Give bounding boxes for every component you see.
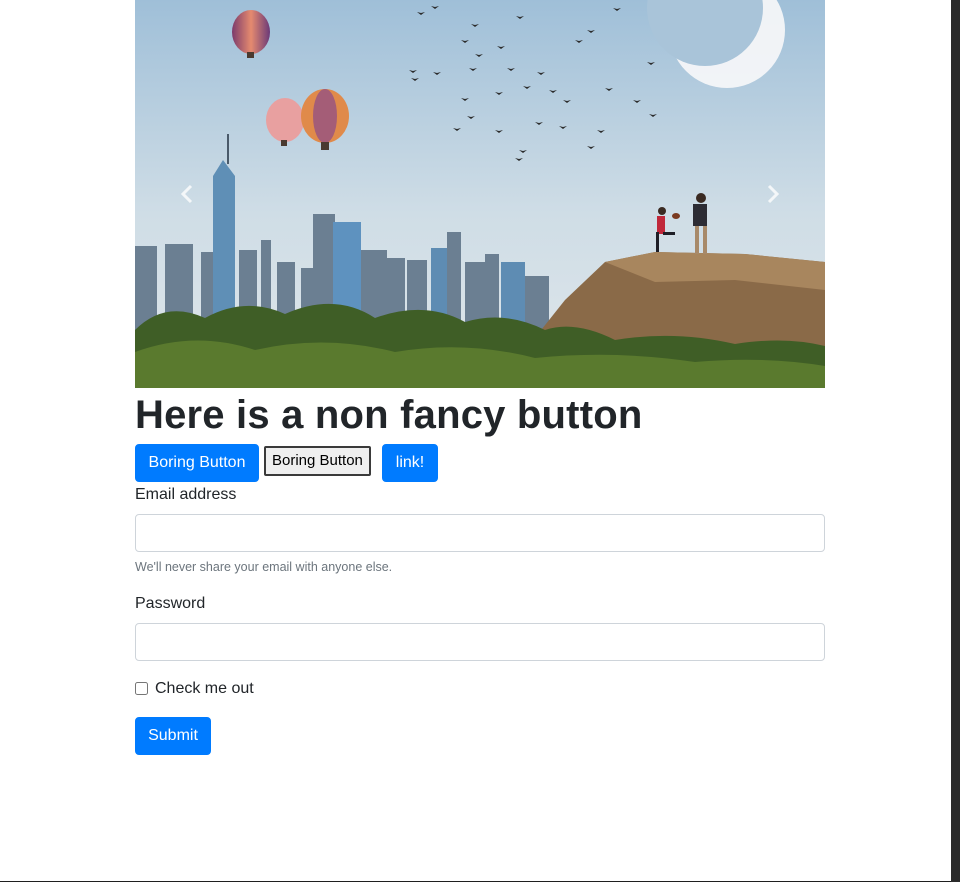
email-help-text: We'll never share your email with anyone…: [135, 560, 393, 574]
password-field[interactable]: [135, 623, 825, 661]
chevron-left-icon: [180, 184, 193, 204]
email-field[interactable]: [135, 514, 825, 552]
main-container: Here is a non fancy button Boring Button…: [135, 0, 825, 755]
image-carousel[interactable]: [135, 0, 825, 388]
password-label: Password: [135, 595, 206, 612]
check-me-out-label[interactable]: Check me out: [155, 679, 254, 699]
boring-button-primary[interactable]: Boring Button: [135, 444, 259, 482]
scrollbar[interactable]: [951, 0, 960, 882]
chevron-right-icon: [767, 184, 780, 204]
link-button[interactable]: link!: [382, 444, 438, 482]
submit-button[interactable]: Submit: [135, 717, 211, 755]
carousel-prev-button[interactable]: [135, 0, 239, 388]
page-heading: Here is a non fancy button: [135, 393, 643, 437]
boring-button-plain[interactable]: Boring Button: [264, 446, 371, 476]
email-label: Email address: [135, 486, 237, 503]
carousel-next-button[interactable]: [721, 0, 825, 388]
check-me-out-checkbox[interactable]: [135, 682, 148, 695]
